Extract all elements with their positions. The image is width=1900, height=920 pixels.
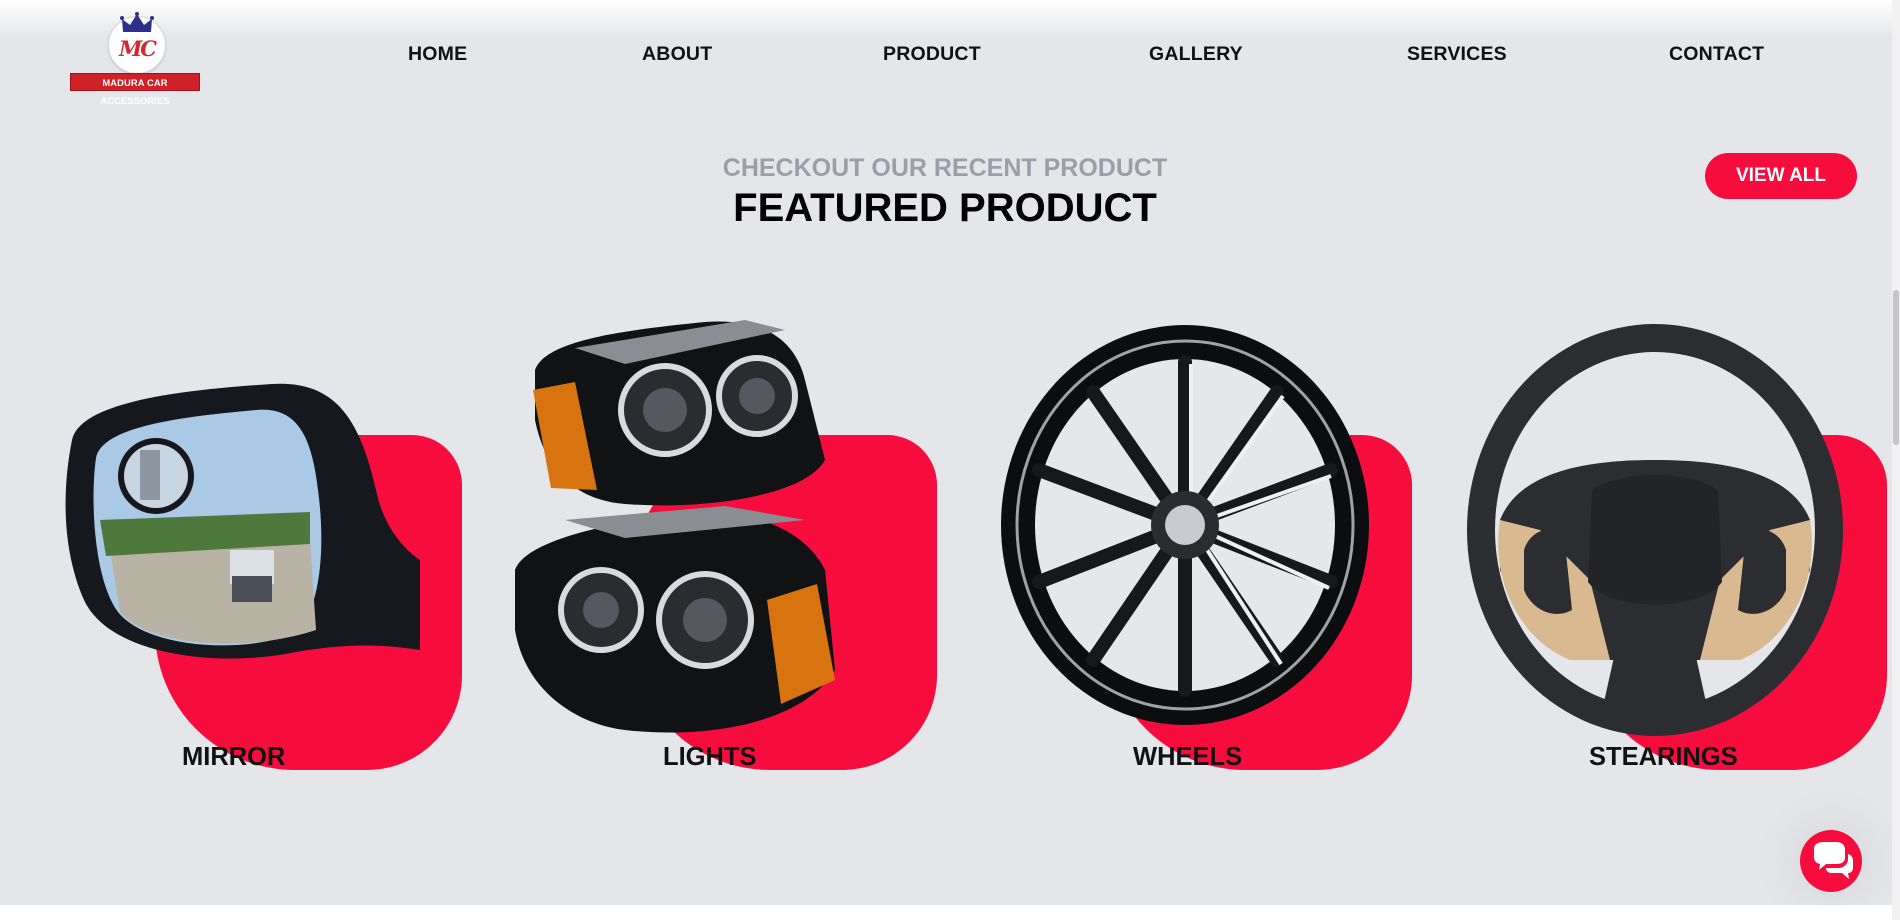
- section-subtitle: CHECKOUT OUR RECENT PRODUCT: [722, 154, 1168, 182]
- product-label-mirror: MIRROR: [182, 743, 286, 771]
- brand-logo[interactable]: MC MADURA CAR ACCESSORIES: [70, 10, 202, 106]
- nav-contact[interactable]: CONTACT: [1669, 43, 1764, 66]
- chat-button[interactable]: [1800, 830, 1862, 892]
- page: MC MADURA CAR ACCESSORIES HOME ABOUT PRO…: [0, 0, 1892, 905]
- product-card-mirror[interactable]: MIRROR: [30, 290, 500, 771]
- product-label-lights: LIGHTS: [663, 743, 757, 771]
- product-label-stearings: STEARINGS: [1589, 743, 1738, 771]
- scrollbar-thumb[interactable]: [1893, 290, 1899, 445]
- nav-gallery[interactable]: GALLERY: [1149, 43, 1243, 66]
- scrollbar[interactable]: [1892, 0, 1900, 920]
- steering-wheel-icon: [1467, 324, 1843, 736]
- nav-about[interactable]: ABOUT: [642, 43, 712, 66]
- view-all-button[interactable]: VIEW ALL: [1705, 153, 1857, 199]
- product-label-wheels: WHEELS: [1133, 743, 1243, 771]
- headlight-icon: [515, 320, 835, 733]
- crown-icon: [120, 12, 154, 32]
- product-card-lights[interactable]: LIGHTS: [505, 290, 975, 771]
- logo-monogram: MC: [119, 36, 157, 61]
- product-card-wheels[interactable]: WHEELS: [980, 290, 1450, 771]
- mirror-icon: [65, 383, 420, 659]
- wheel-icon: [1001, 325, 1369, 725]
- nav-product[interactable]: PRODUCT: [883, 43, 981, 66]
- logo-name: MADURA CAR ACCESSORIES: [70, 73, 200, 106]
- nav-services[interactable]: SERVICES: [1407, 43, 1507, 66]
- header-fade: [0, 0, 1892, 38]
- product-card-stearings[interactable]: STEARINGS: [1455, 290, 1892, 771]
- section-title: FEATURED PRODUCT: [733, 186, 1157, 230]
- chat-bubbles-icon: [1814, 842, 1853, 879]
- nav-home[interactable]: HOME: [408, 43, 467, 66]
